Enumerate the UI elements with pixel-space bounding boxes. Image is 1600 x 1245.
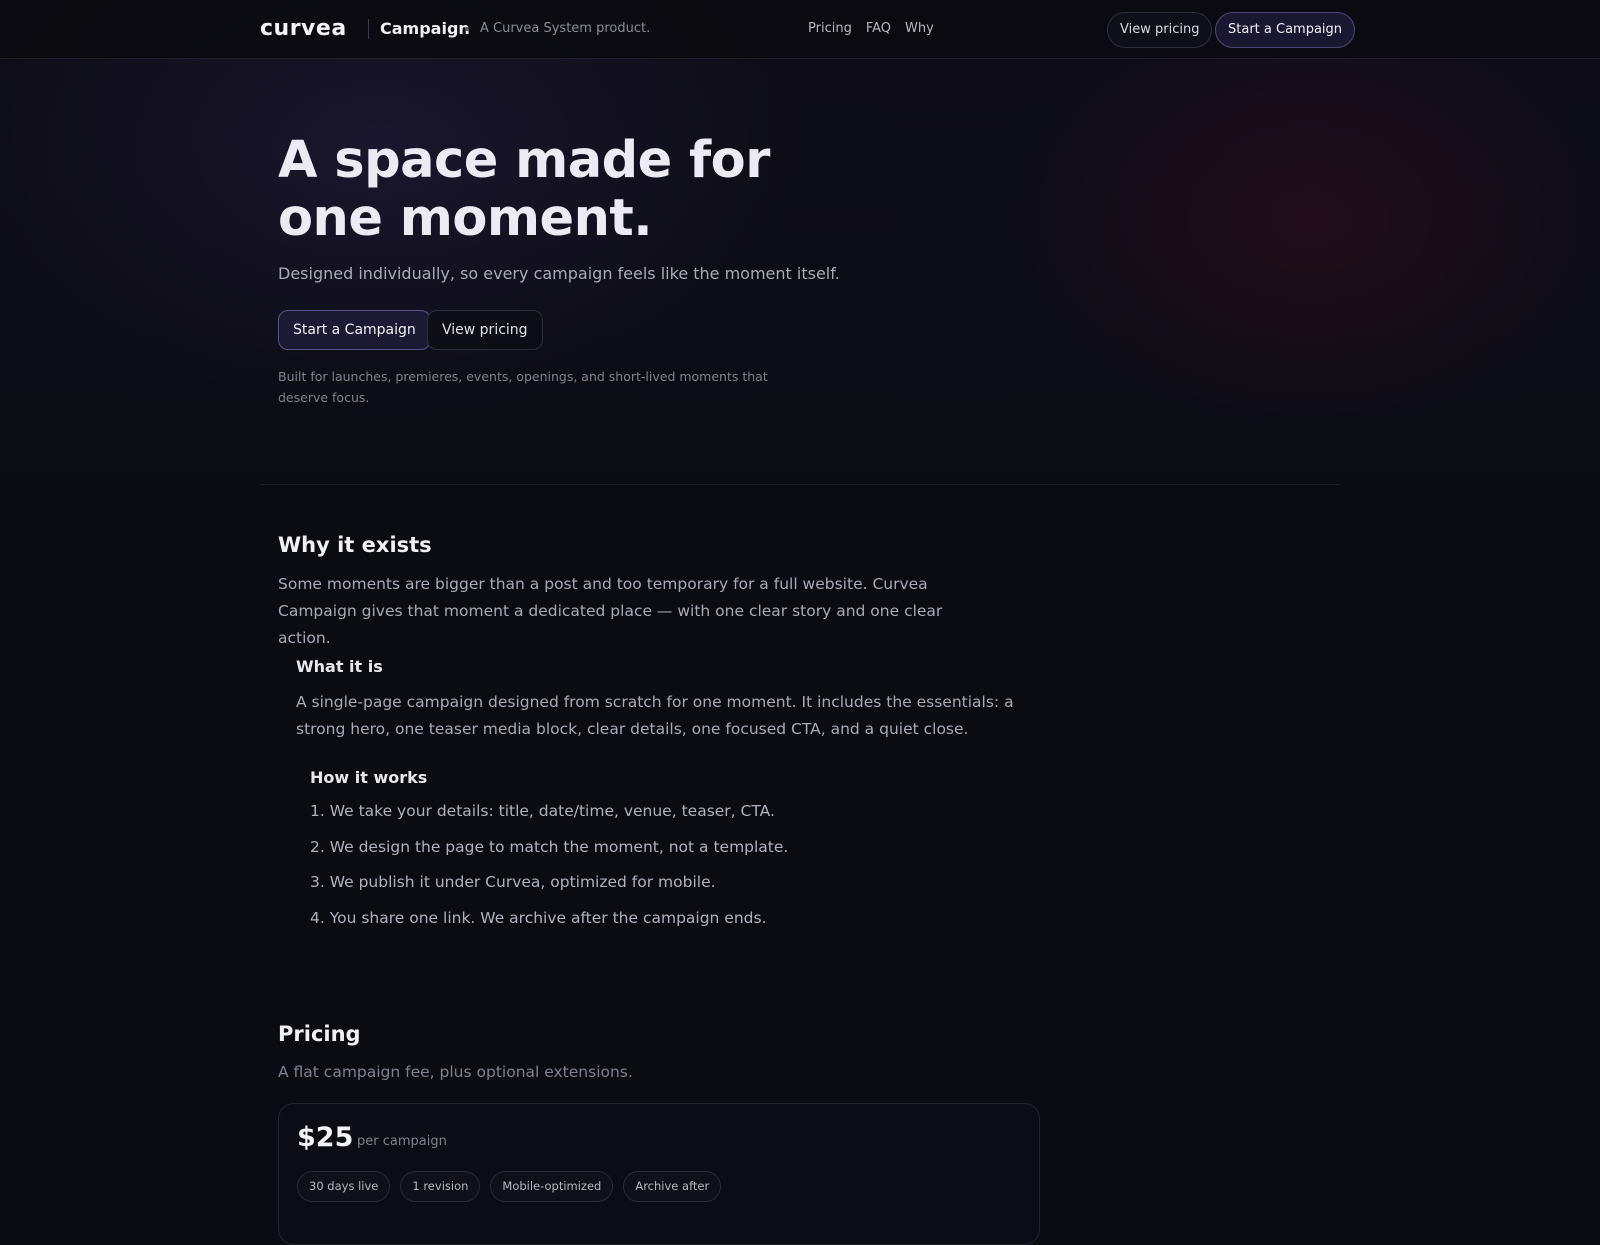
- hero-start-campaign-button[interactable]: Start a Campaign: [278, 310, 431, 350]
- how-step: 3. We publish it under Curvea, optimized…: [310, 873, 716, 891]
- feature-chip: 1 revision: [400, 1171, 481, 1202]
- why-title: Why it exists: [278, 533, 432, 557]
- product-name: Campaign: [380, 19, 470, 38]
- hero-title: A space made for one moment.: [278, 131, 770, 248]
- section-divider: [260, 484, 1340, 485]
- why-body: Some moments are bigger than a post and …: [278, 575, 943, 647]
- hero-note: Built for launches, premieres, events, o…: [278, 369, 768, 405]
- what-body: A single-page campaign designed from scr…: [296, 693, 1014, 738]
- top-header: curvea Campaign A Curvea System product.…: [0, 0, 1600, 59]
- feature-chip: Archive after: [623, 1171, 722, 1202]
- price-amount: $25: [297, 1122, 354, 1153]
- header-start-campaign-button[interactable]: Start a Campaign: [1215, 12, 1356, 48]
- logo-divider: [368, 19, 369, 39]
- how-title: How it works: [310, 768, 428, 787]
- nav-why-link[interactable]: Why: [905, 20, 934, 38]
- hero-view-pricing-button[interactable]: View pricing: [427, 310, 543, 350]
- how-steps-list: 1. We take your details: title, date/tim…: [310, 801, 788, 943]
- price-unit: per campaign: [357, 1134, 447, 1149]
- how-step: 2. We design the page to match the momen…: [310, 837, 789, 856]
- nav-faq-link[interactable]: FAQ: [866, 20, 891, 38]
- feature-chip: 30 days live: [297, 1171, 391, 1202]
- separator-dot: [465, 27, 469, 31]
- top-nav: Pricing FAQ Why: [808, 20, 934, 38]
- what-title: What it is: [296, 657, 383, 676]
- price-card: $25 per campaign 30 days live 1 revision…: [278, 1103, 1040, 1245]
- pricing-subtitle: A flat campaign fee, plus optional exten…: [278, 1063, 633, 1081]
- how-step: 4. You share one link. We archive after …: [310, 908, 767, 927]
- hero-subtitle: Designed individually, so every campaign…: [278, 264, 840, 283]
- header-tagline: A Curvea System product.: [480, 21, 651, 36]
- feature-chip: Mobile-optimized: [490, 1171, 614, 1202]
- how-step: 1. We take your details: title, date/tim…: [310, 802, 775, 820]
- nav-pricing-link[interactable]: Pricing: [808, 20, 852, 38]
- pricing-title: Pricing: [278, 1022, 361, 1046]
- curvea-logo[interactable]: curvea: [260, 16, 347, 42]
- header-view-pricing-button[interactable]: View pricing: [1107, 12, 1213, 48]
- feature-chips: 30 days live 1 revision Mobile-optimized…: [297, 1171, 722, 1202]
